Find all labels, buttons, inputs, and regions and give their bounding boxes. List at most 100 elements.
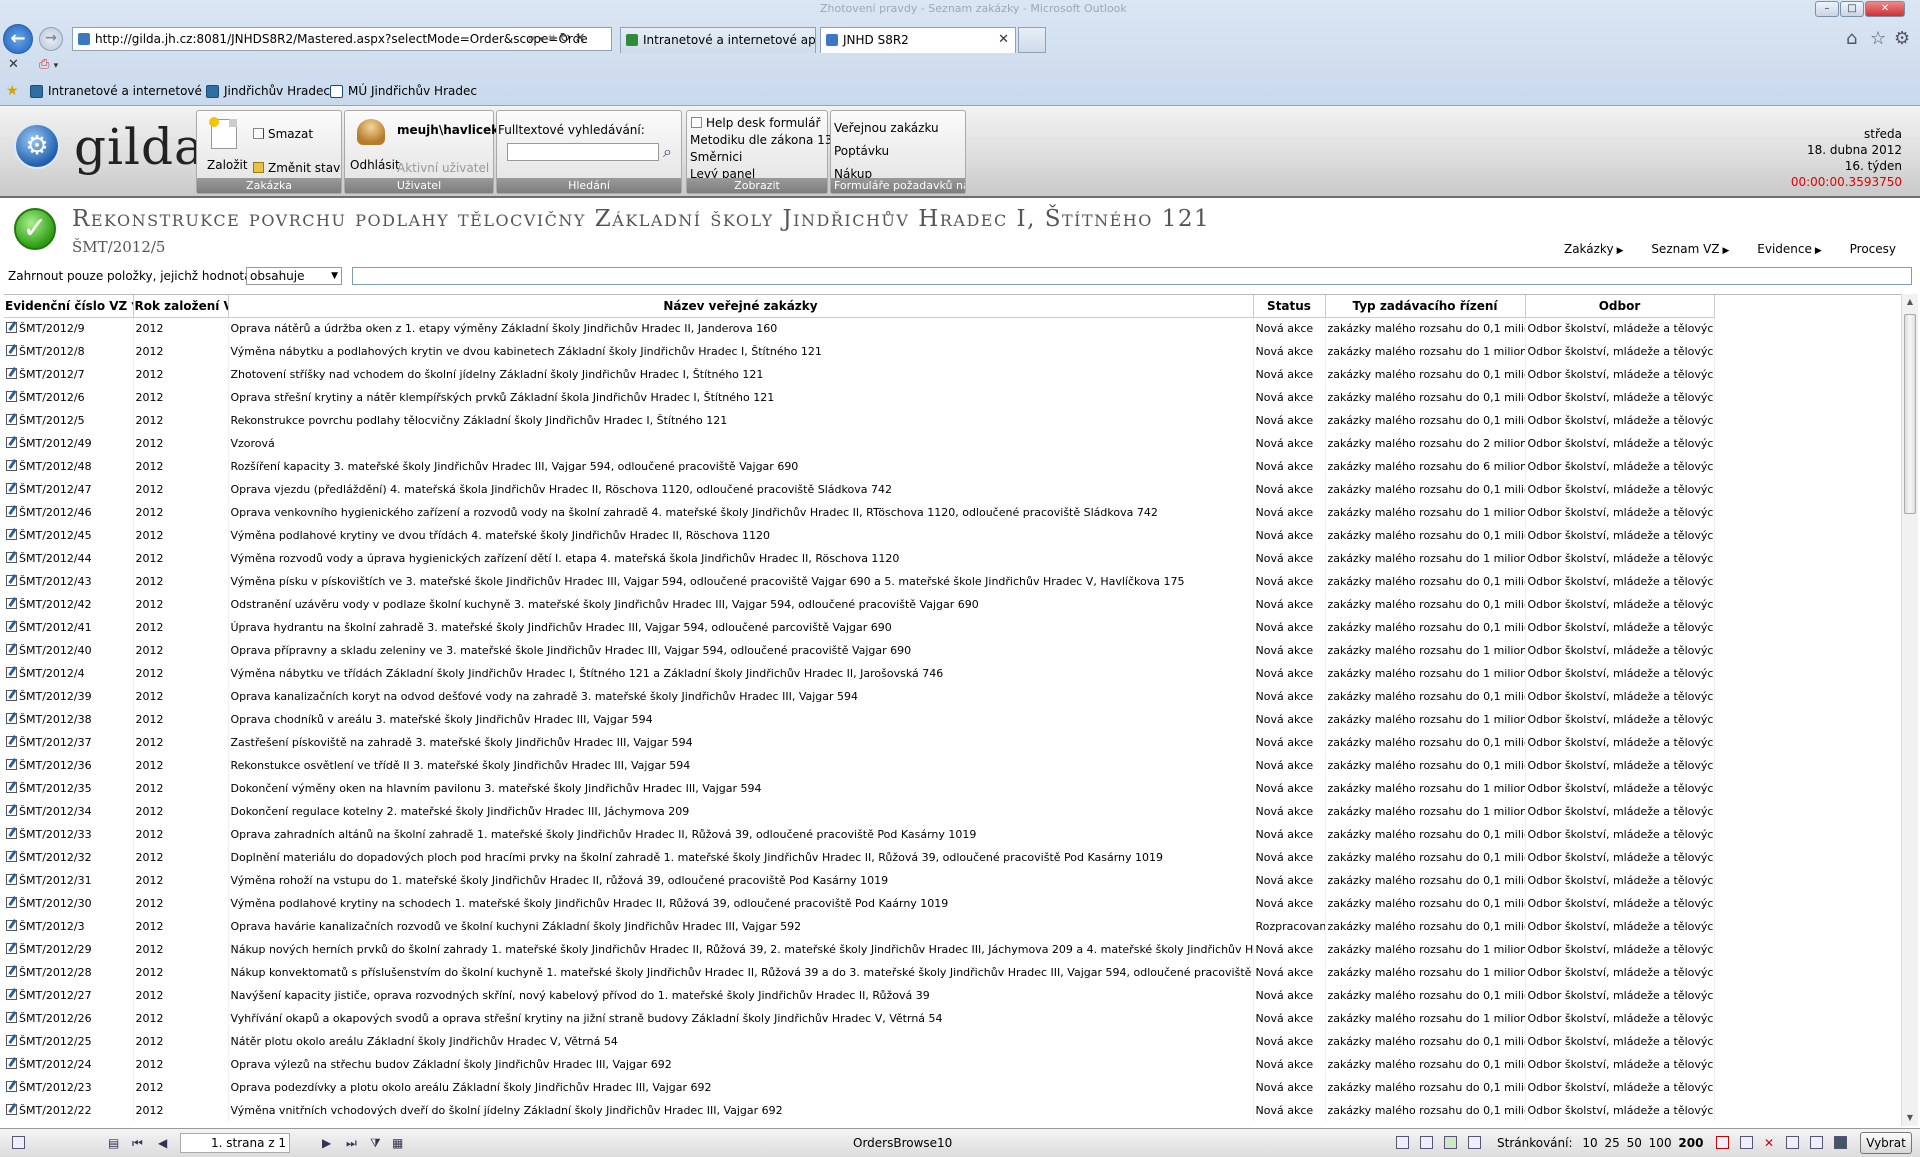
edit-icon[interactable] bbox=[6, 644, 17, 655]
active-user-button[interactable]: Aktivní uživatel bbox=[397, 161, 489, 175]
methodology-link[interactable]: Metodiku dle zákona 137 bbox=[690, 133, 840, 147]
edit-icon[interactable] bbox=[6, 805, 17, 816]
filter-icon[interactable]: ⧩ bbox=[370, 1136, 381, 1151]
col-header-evidencni-cislo[interactable]: Evidenční číslo VZ ▼ bbox=[4, 295, 134, 318]
edit-icon[interactable] bbox=[6, 1104, 17, 1115]
chevron-down-icon[interactable]: ▾ bbox=[54, 61, 59, 71]
edit-icon[interactable] bbox=[6, 782, 17, 793]
table-row[interactable]: ŠMT/2012/35 2012 Dokončení výměny oken na … bbox=[4, 777, 1715, 800]
logout-button[interactable]: Odhlásit bbox=[350, 158, 400, 172]
page-number-input[interactable]: 1. strana z 1 bbox=[180, 1133, 290, 1153]
table-row[interactable]: ŠMT/2012/41 2012 Úprava hydrantu na školní… bbox=[4, 616, 1715, 639]
nav-procesy[interactable]: Procesy bbox=[1850, 242, 1896, 256]
table-row[interactable]: ŠMT/2012/47 2012 Oprava vjezdu (předlážděn… bbox=[4, 478, 1715, 501]
convert-icon[interactable]: ⎙ bbox=[39, 57, 49, 72]
edit-icon[interactable] bbox=[6, 575, 17, 586]
columns-icon[interactable] bbox=[1740, 1136, 1753, 1149]
edit-icon[interactable] bbox=[6, 851, 17, 862]
table-row[interactable]: ŠMT/2012/34 2012 Dokončení regulace koteln… bbox=[4, 800, 1715, 823]
prev-page-icon[interactable]: ◀ bbox=[158, 1136, 167, 1150]
export-icon[interactable]: ▤ bbox=[108, 1136, 119, 1150]
table-row[interactable]: ŠMT/2012/33 2012 Oprava zahradních altánů … bbox=[4, 823, 1715, 846]
favorite-mu-jindrichuv-hradec[interactable]: MÚ Jindřichův Hradec bbox=[330, 84, 477, 98]
inquiry-form-link[interactable]: Poptávku bbox=[834, 144, 889, 158]
change-state-button[interactable]: Změnit stav bbox=[253, 161, 340, 175]
edit-icon[interactable] bbox=[6, 621, 17, 632]
stop-icon[interactable]: ✕ bbox=[575, 31, 586, 46]
table-row[interactable]: ŠMT/2012/48 2012 Rozšíření kapacity 3. mat… bbox=[4, 455, 1715, 478]
table-row[interactable]: ŠMT/2012/7 2012 Zhotovení stříšky nad vcho… bbox=[4, 363, 1715, 386]
edit-icon[interactable] bbox=[6, 1058, 17, 1069]
edit-icon[interactable] bbox=[6, 989, 17, 1000]
table-row[interactable]: ŠMT/2012/31 2012 Výměna rohoží na vstupu d… bbox=[4, 869, 1715, 892]
table-row[interactable]: ŠMT/2012/30 2012 Výměna podlahové krytiny … bbox=[4, 892, 1715, 915]
table-row[interactable]: ŠMT/2012/28 2012 Nákup konvektomatů s přís… bbox=[4, 961, 1715, 984]
table-row[interactable]: ŠMT/2012/42 2012 Odstranění uzávěru vody v… bbox=[4, 593, 1715, 616]
edit-icon[interactable] bbox=[6, 897, 17, 908]
last-page-icon[interactable]: ⏭ bbox=[346, 1136, 357, 1151]
col-header-status[interactable]: Status bbox=[1253, 295, 1326, 318]
table-row[interactable]: ŠMT/2012/8 2012 Výměna nábytku a podlahový… bbox=[4, 340, 1715, 363]
edit-icon[interactable] bbox=[6, 690, 17, 701]
edit-icon[interactable] bbox=[6, 736, 17, 747]
page-size-200[interactable]: 200 bbox=[1678, 1136, 1703, 1150]
table-row[interactable]: ŠMT/2012/4 2012 Výměna nábytku ve třídách … bbox=[4, 662, 1715, 685]
scroll-thumb[interactable] bbox=[1904, 314, 1916, 514]
edit-icon[interactable] bbox=[6, 529, 17, 540]
table-row[interactable]: ŠMT/2012/29 2012 Nákup nových herních prvk… bbox=[4, 938, 1715, 961]
select-button[interactable]: Vybrat bbox=[1860, 1132, 1912, 1154]
edit-icon[interactable] bbox=[6, 552, 17, 563]
close-icon[interactable]: ✕ bbox=[8, 57, 19, 72]
directive-link[interactable]: Směrnici bbox=[690, 150, 742, 164]
nav-zakazky[interactable]: Zakázky ▶ bbox=[1564, 242, 1624, 256]
edit-icon[interactable] bbox=[6, 322, 17, 334]
alert-icon[interactable] bbox=[1716, 1136, 1729, 1149]
folder-icon[interactable]: ▦ bbox=[392, 1136, 403, 1150]
save-icon[interactable] bbox=[1834, 1136, 1847, 1149]
nav-seznam-vz[interactable]: Seznam VZ ▶ bbox=[1651, 242, 1729, 256]
col-header-odbor[interactable]: Odbor bbox=[1525, 295, 1715, 318]
refresh-icon[interactable]: ↻ bbox=[560, 31, 571, 46]
tab-close-icon[interactable]: ✕ bbox=[998, 28, 1009, 52]
edit-icon[interactable] bbox=[6, 414, 17, 425]
table-row[interactable]: ŠMT/2012/32 2012 Doplnění materiálu do dop… bbox=[4, 846, 1715, 869]
edit-icon[interactable] bbox=[6, 460, 17, 471]
edit-icon[interactable] bbox=[6, 1012, 17, 1023]
vertical-scrollbar[interactable]: ▲ ▼ bbox=[1901, 294, 1918, 1126]
table-row[interactable]: ŠMT/2012/9 2012 Oprava nátěrů a údržba oke… bbox=[4, 317, 1715, 340]
excel-icon[interactable] bbox=[1444, 1136, 1457, 1149]
compat-icon[interactable]: ⌗ bbox=[548, 31, 555, 46]
nav-evidence[interactable]: Evidence ▶ bbox=[1757, 242, 1822, 256]
scroll-down-icon[interactable]: ▼ bbox=[1902, 1110, 1918, 1126]
table-row[interactable]: ŠMT/2012/46 2012 Oprava venkovního hygieni… bbox=[4, 501, 1715, 524]
new-tab-button[interactable] bbox=[1018, 27, 1046, 53]
col-header-typ[interactable]: Typ zadávacího řízení bbox=[1325, 295, 1526, 318]
table-row[interactable]: ŠMT/2012/27 2012 Navýšení kapacity jističe… bbox=[4, 984, 1715, 1007]
home-icon[interactable]: ⌂ bbox=[1846, 28, 1857, 49]
table-row[interactable]: ŠMT/2012/3 2012 Oprava havárie kanalizační… bbox=[4, 915, 1715, 938]
edit-icon[interactable] bbox=[6, 437, 17, 448]
public-order-form-link[interactable]: Veřejnou zakázku bbox=[834, 121, 939, 135]
maximize-button[interactable]: □ bbox=[1840, 1, 1864, 17]
fulltext-search-input[interactable] bbox=[507, 143, 659, 161]
page-size-100[interactable]: 100 bbox=[1649, 1136, 1672, 1150]
table-row[interactable]: ŠMT/2012/5 2012 Rekonstrukce povrchu podla… bbox=[4, 409, 1715, 432]
favorite-intranet[interactable]: Intranetové a internetové ... bbox=[30, 84, 217, 98]
table-row[interactable]: ŠMT/2012/25 2012 Nátěr plotu okolo areálu … bbox=[4, 1030, 1715, 1053]
close-icon[interactable]: ✕ bbox=[1764, 1136, 1774, 1150]
edit-icon[interactable] bbox=[6, 345, 17, 356]
table-row[interactable]: ŠMT/2012/23 2012 Oprava podezdívky a plotu… bbox=[4, 1076, 1715, 1099]
search-icon[interactable]: ⌕ bbox=[663, 142, 672, 162]
edit-icon[interactable] bbox=[6, 759, 17, 770]
edit-icon[interactable] bbox=[1786, 1136, 1799, 1149]
first-page-icon[interactable]: ⏮ bbox=[132, 1136, 143, 1151]
col-header-nazev[interactable]: Název veřejné zakázky bbox=[228, 295, 1254, 318]
favorite-jindrichuv-hradec[interactable]: Jindřichův Hradec bbox=[206, 84, 330, 98]
dropdown-icon[interactable]: ▾ bbox=[539, 35, 544, 45]
edit-icon[interactable] bbox=[6, 828, 17, 839]
edit-icon[interactable] bbox=[6, 943, 17, 954]
edit-icon[interactable] bbox=[6, 368, 17, 379]
scroll-up-icon[interactable]: ▲ bbox=[1902, 294, 1918, 310]
edit-icon[interactable] bbox=[6, 483, 17, 494]
forward-button[interactable]: → bbox=[39, 27, 63, 51]
